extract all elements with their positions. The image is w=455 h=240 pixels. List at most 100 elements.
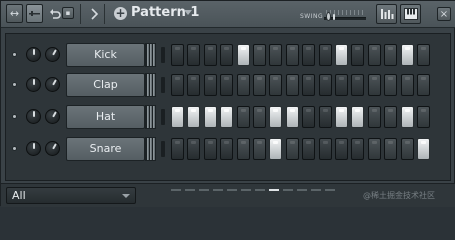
- page-dash[interactable]: [283, 189, 293, 191]
- step-button[interactable]: [187, 44, 201, 66]
- step-button[interactable]: [400, 74, 414, 96]
- pan-knob[interactable]: [26, 141, 41, 156]
- step-button[interactable]: [302, 44, 316, 66]
- step-button[interactable]: [384, 74, 398, 96]
- step-button[interactable]: [187, 74, 201, 96]
- step-button[interactable]: [335, 106, 348, 128]
- channel-enable-led[interactable]: [12, 82, 17, 87]
- step-button[interactable]: [384, 106, 398, 128]
- pan-knob[interactable]: [26, 47, 41, 62]
- page-dash[interactable]: [269, 189, 279, 191]
- channel-name-button[interactable]: Kick: [66, 43, 145, 67]
- step-button[interactable]: [351, 138, 365, 160]
- play-icon[interactable]: [86, 4, 103, 23]
- page-dash[interactable]: [325, 189, 335, 191]
- piano-keys-icon[interactable]: [400, 4, 421, 24]
- step-button[interactable]: [417, 106, 430, 128]
- step-button[interactable]: [253, 44, 266, 66]
- step-button[interactable]: [220, 106, 234, 128]
- page-dash[interactable]: [297, 189, 307, 191]
- channel-enable-led[interactable]: [12, 52, 17, 57]
- channel-name-button[interactable]: Hat: [66, 105, 145, 129]
- channel-select-bar[interactable]: [161, 77, 165, 93]
- channel-select-bar[interactable]: [161, 141, 165, 157]
- step-button[interactable]: [367, 44, 381, 66]
- step-button[interactable]: [302, 106, 316, 128]
- page-dash[interactable]: [241, 189, 251, 191]
- step-button[interactable]: [253, 106, 266, 128]
- channel-mixer-track[interactable]: [145, 73, 156, 97]
- channel-mixer-track[interactable]: [145, 137, 156, 161]
- step-button[interactable]: [269, 44, 283, 66]
- step-button[interactable]: [236, 106, 250, 128]
- step-button[interactable]: [203, 74, 217, 96]
- step-button[interactable]: [236, 44, 250, 66]
- step-button[interactable]: [302, 74, 316, 96]
- step-button[interactable]: [400, 106, 414, 128]
- channel-mixer-track[interactable]: [145, 105, 156, 129]
- step-button[interactable]: [417, 44, 430, 66]
- step-button[interactable]: [171, 106, 184, 128]
- step-button[interactable]: [384, 138, 398, 160]
- step-button[interactable]: [269, 74, 283, 96]
- channel-filter-select[interactable]: All: [6, 187, 136, 204]
- step-button[interactable]: [335, 44, 348, 66]
- step-button[interactable]: [367, 106, 381, 128]
- step-button[interactable]: [351, 74, 365, 96]
- channel-select-bar[interactable]: [161, 109, 165, 125]
- step-button[interactable]: [203, 138, 217, 160]
- step-button[interactable]: [318, 74, 332, 96]
- arrows-icon[interactable]: ↔: [6, 4, 23, 23]
- volume-knob[interactable]: [45, 109, 60, 124]
- step-button[interactable]: [220, 74, 234, 96]
- undo-icon[interactable]: [48, 4, 61, 23]
- step-button[interactable]: [187, 106, 201, 128]
- step-button[interactable]: [171, 44, 184, 66]
- pan-knob[interactable]: [26, 109, 41, 124]
- step-button[interactable]: [285, 44, 299, 66]
- step-button[interactable]: [285, 74, 299, 96]
- close-icon[interactable]: ×: [437, 7, 451, 21]
- page-dash[interactable]: [311, 189, 321, 191]
- page-dash[interactable]: [171, 189, 181, 191]
- step-button[interactable]: [203, 44, 217, 66]
- step-button[interactable]: [318, 138, 332, 160]
- channel-enable-led[interactable]: [12, 114, 17, 119]
- step-button[interactable]: [285, 138, 299, 160]
- page-dash[interactable]: [227, 189, 237, 191]
- channel-name-button[interactable]: Clap: [66, 73, 145, 97]
- step-button[interactable]: [236, 74, 250, 96]
- add-pattern-icon[interactable]: +: [114, 7, 127, 20]
- step-button[interactable]: [269, 106, 283, 128]
- volume-knob[interactable]: [45, 47, 60, 62]
- step-button[interactable]: [285, 106, 299, 128]
- volume-knob[interactable]: [45, 141, 60, 156]
- step-button[interactable]: [318, 44, 332, 66]
- volume-knob[interactable]: [45, 77, 60, 92]
- step-button[interactable]: [187, 138, 201, 160]
- step-button[interactable]: [220, 44, 234, 66]
- step-button[interactable]: [351, 106, 365, 128]
- step-button[interactable]: [400, 138, 414, 160]
- step-button[interactable]: [318, 106, 332, 128]
- select-icon[interactable]: ▪: [62, 7, 74, 19]
- collapse-icon[interactable]: [26, 4, 43, 23]
- step-button[interactable]: [253, 74, 266, 96]
- channel-name-button[interactable]: Snare: [66, 137, 145, 161]
- pattern-page-indicator[interactable]: [171, 189, 351, 193]
- step-button[interactable]: [269, 138, 283, 160]
- step-button[interactable]: [302, 138, 316, 160]
- step-button[interactable]: [384, 44, 398, 66]
- step-button[interactable]: [367, 74, 381, 96]
- swing-slider[interactable]: [324, 9, 366, 21]
- step-button[interactable]: [203, 106, 217, 128]
- page-dash[interactable]: [199, 189, 209, 191]
- swing-slider-handle[interactable]: [326, 12, 335, 21]
- channel-select-bar[interactable]: [161, 47, 165, 63]
- step-button[interactable]: [400, 44, 414, 66]
- step-button[interactable]: [417, 74, 430, 96]
- step-button[interactable]: [253, 138, 266, 160]
- page-dash[interactable]: [213, 189, 223, 191]
- pan-knob[interactable]: [26, 77, 41, 92]
- step-button[interactable]: [367, 138, 381, 160]
